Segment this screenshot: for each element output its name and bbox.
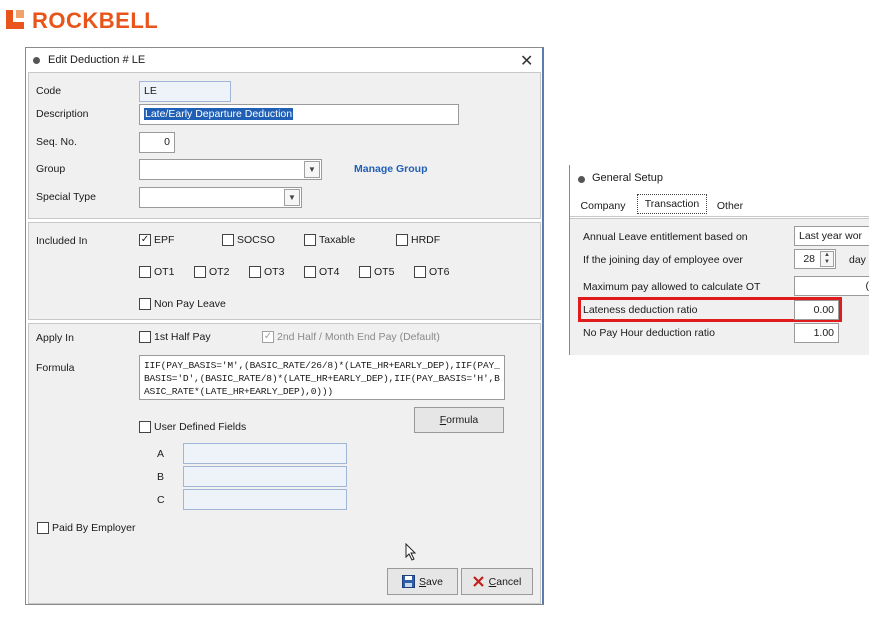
save-button[interactable]: Save <box>387 568 458 595</box>
lateness-ratio-field[interactable]: 0.00 <box>794 300 839 320</box>
ot3-checkbox[interactable]: OT3 <box>249 266 284 278</box>
no-pay-hour-ratio-field[interactable]: 1.00 <box>794 323 839 343</box>
cancel-button[interactable]: Cancel <box>461 568 533 595</box>
logo-text: ROCKBELL <box>32 8 159 33</box>
non-pay-leave-checkbox[interactable]: Non Pay Leave <box>139 298 226 310</box>
ot2-checkbox[interactable]: OT2 <box>194 266 229 278</box>
apply-in-label: Apply In <box>36 332 74 344</box>
formula-field[interactable]: IIF(PAY_BASIS='M',(BASIC_RATE/26/8)*(LAT… <box>139 355 505 400</box>
seq-no-label: Seq. No. <box>36 136 77 148</box>
field-c-input[interactable] <box>183 489 347 510</box>
lateness-ratio-label: Lateness deduction ratio <box>583 304 698 316</box>
floppy-disk-icon <box>402 575 416 588</box>
edit-deduction-dialog: Edit Deduction # LE ✕ Code LE Descriptio… <box>25 47 544 605</box>
logo-icon <box>6 10 28 32</box>
tab-strip: Company Transaction Other <box>570 193 869 217</box>
user-defined-fields-checkbox[interactable]: User Defined Fields <box>139 421 246 433</box>
close-icon[interactable]: ✕ <box>520 51 533 71</box>
first-half-pay-checkbox[interactable]: 1st Half Pay <box>139 331 211 343</box>
hrdf-checkbox[interactable]: HRDF <box>396 234 440 246</box>
special-type-label: Special Type <box>36 191 96 203</box>
joining-day-spinner[interactable]: 28 ▲ ▼ <box>794 249 836 269</box>
group-select[interactable]: ▼ <box>139 159 322 180</box>
tab-company[interactable]: Company <box>574 196 632 216</box>
code-label: Code <box>36 85 62 97</box>
transaction-tab-panel: Annual Leave entitlement based on Last y… <box>570 218 869 355</box>
joining-day-label: If the joining day of employee over <box>583 254 743 266</box>
chevron-down-icon[interactable]: ▼ <box>284 189 300 206</box>
x-mark-icon <box>472 576 484 587</box>
ot5-checkbox[interactable]: OT5 <box>359 266 394 278</box>
taxable-checkbox[interactable]: Taxable <box>304 234 355 246</box>
general-fields-panel: Code LE Description Late/Early Departure… <box>28 72 541 219</box>
brand-logo: ROCKBELL <box>6 8 158 34</box>
description-value: Late/Early Departure Deduction <box>144 108 294 120</box>
ot1-checkbox[interactable]: OT1 <box>139 266 174 278</box>
annual-leave-select[interactable]: Last year wor <box>794 226 869 246</box>
max-pay-ot-label: Maximum pay allowed to calculate OT <box>583 281 761 293</box>
mouse-pointer-icon <box>405 543 417 561</box>
spinner-arrows-icon[interactable]: ▲ ▼ <box>820 251 834 267</box>
tab-other[interactable]: Other <box>712 196 748 216</box>
dialog-title-bar: Edit Deduction # LE ✕ <box>26 48 541 72</box>
included-in-label: Included In <box>36 235 88 247</box>
special-type-select[interactable]: ▼ <box>139 187 302 208</box>
chevron-down-icon[interactable]: ▼ <box>304 161 320 178</box>
formula-button[interactable]: Formula <box>414 407 504 433</box>
second-half-pay-checkbox[interactable]: ✓ 2nd Half / Month End Pay (Default) <box>262 331 440 343</box>
tab-transaction[interactable]: Transaction <box>637 194 707 214</box>
field-b-input[interactable] <box>183 466 347 487</box>
window-icon <box>33 57 40 64</box>
apply-in-panel: Apply In 1st Half Pay ✓ 2nd Half / Month … <box>28 323 541 604</box>
description-field[interactable]: Late/Early Departure Deduction <box>139 104 459 125</box>
checkmark-icon: ✓ <box>139 234 151 246</box>
seq-no-field[interactable]: 0 <box>139 132 175 153</box>
group-label: Group <box>36 163 66 175</box>
annual-leave-label: Annual Leave entitlement based on <box>583 231 748 243</box>
no-pay-hour-ratio-label: No Pay Hour deduction ratio <box>583 327 715 339</box>
socso-checkbox[interactable]: SOCSO <box>222 234 275 246</box>
included-in-panel: Included In ✓ EPF SOCSO Taxable HRDF OT1 … <box>28 222 541 320</box>
ot4-checkbox[interactable]: OT4 <box>304 266 339 278</box>
joining-day-suffix: day <box>849 254 866 266</box>
epf-checkbox[interactable]: ✓ EPF <box>139 234 174 246</box>
code-field[interactable]: LE <box>139 81 231 102</box>
dialog-title: Edit Deduction # LE <box>48 54 146 66</box>
max-pay-ot-field[interactable]: ( <box>794 276 869 296</box>
field-c-label: C <box>157 494 165 506</box>
paid-by-employer-checkbox[interactable]: Paid By Employer <box>37 522 135 534</box>
manage-group-link[interactable]: Manage Group <box>354 163 428 175</box>
general-setup-window: General Setup Company Transaction Other … <box>569 165 869 355</box>
checkmark-icon: ✓ <box>262 331 274 343</box>
field-b-label: B <box>157 471 165 483</box>
general-setup-title: General Setup <box>592 172 663 184</box>
field-a-input[interactable] <box>183 443 347 464</box>
ot6-checkbox[interactable]: OT6 <box>414 266 449 278</box>
field-a-label: A <box>157 448 165 460</box>
formula-label: Formula <box>36 362 75 374</box>
window-icon <box>578 176 585 183</box>
description-label: Description <box>36 108 89 120</box>
